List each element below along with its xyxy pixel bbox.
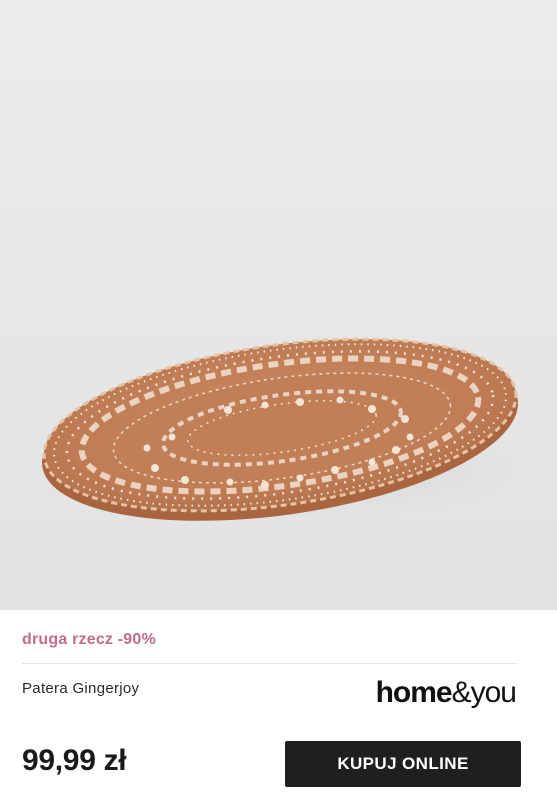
- brand-logo-you: you: [470, 676, 517, 709]
- brand-logo-home: home: [375, 676, 453, 709]
- product-info: druga rzecz -90% Patera Gingerjoy home&y…: [0, 610, 557, 800]
- gingerbread-plate-image: [40, 337, 540, 521]
- promo-label[interactable]: druga rzecz -90%: [22, 631, 156, 649]
- brand-logo-amp: &: [451, 676, 472, 709]
- buy-online-button[interactable]: KUPUJ ONLINE: [285, 741, 521, 787]
- brand-logo[interactable]: home&you: [375, 676, 517, 710]
- product-name[interactable]: Patera Gingerjoy: [22, 680, 139, 697]
- divider: [22, 663, 517, 664]
- product-card[interactable]: druga rzecz -90% Patera Gingerjoy home&y…: [0, 0, 557, 800]
- product-price: 99,99 zł: [22, 744, 127, 777]
- product-image[interactable]: [0, 0, 557, 610]
